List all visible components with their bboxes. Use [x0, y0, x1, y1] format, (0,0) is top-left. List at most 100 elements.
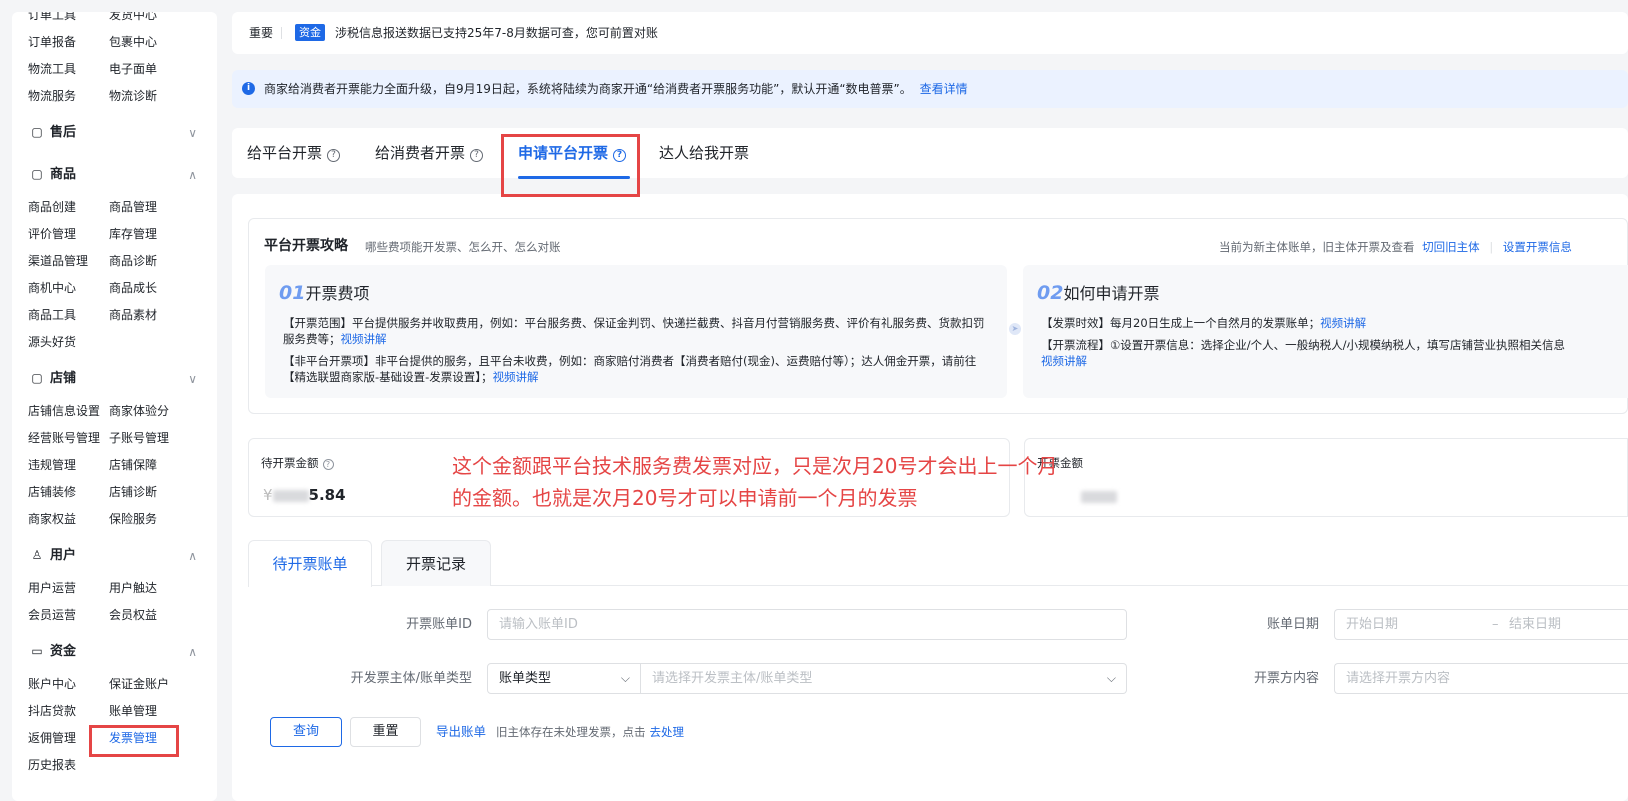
tab-influencer-invoice[interactable]: 达人给我开票 [659, 142, 749, 164]
sidebar-item[interactable]: 历史报表 [28, 755, 76, 775]
sidebar-item[interactable]: 评价管理 [28, 224, 76, 244]
sidebar-item[interactable]: 抖店贷款 [28, 701, 76, 721]
sidebar-group[interactable]: ▢ 售后 ∨ [12, 121, 217, 145]
card-number: 01 [279, 282, 306, 304]
sidebar-item[interactable]: 用户触达 [109, 578, 157, 598]
sidebar-row: 历史报表 [12, 755, 217, 775]
sidebar-item[interactable]: 订单报备 [28, 32, 76, 52]
video-link[interactable]: 视频讲解 [493, 370, 539, 384]
sidebar-item[interactable]: 账户中心 [28, 674, 76, 694]
sidebar-item[interactable]: 物流诊断 [109, 86, 157, 106]
sidebar-group[interactable]: ▢ 店铺 ∨ [12, 367, 217, 391]
arrow-connector-icon: ➤ [1009, 323, 1021, 335]
card-paragraph: 【发票时效】每月20日生成上一个自然月的发票账单；视频讲解 [1041, 315, 1628, 331]
sidebar-item[interactable]: 商家权益 [28, 509, 76, 529]
tab-invoice-records[interactable]: 开票记录 [381, 540, 491, 586]
sidebar-row: 商家权益 保险服务 [12, 509, 217, 529]
sidebar-item[interactable]: 渠道品管理 [28, 251, 88, 271]
sidebar-group[interactable]: ♙ 用户 ∧ [12, 544, 217, 568]
sidebar-item[interactable]: 发货中心 [109, 12, 157, 25]
sidebar-item[interactable]: 保证金账户 [109, 674, 169, 694]
sidebar-item[interactable]: 返佣管理 [28, 728, 76, 748]
paragraph-text: 【发票时效】每月20日生成上一个自然月的发票账单； [1041, 316, 1321, 330]
sidebar-group[interactable]: ▭ 资金 ∧ [12, 640, 217, 664]
card-paragraph: 【开票流程】①设置开票信息：选择企业/个人、一般纳税人/小规模纳税人，填写店铺营… [1041, 337, 1628, 369]
sidebar-item[interactable]: 商品工具 [28, 305, 76, 325]
view-details-link[interactable]: 查看详情 [920, 82, 968, 96]
tab-pending-bills[interactable]: 待开票账单 [248, 540, 372, 587]
export-row: 导出账单 旧主体存在未处理发票，点击 去处理 [436, 723, 684, 741]
chevron-icon: ∨ [188, 126, 197, 140]
sidebar-row: 违规管理 店铺保障 [12, 455, 217, 475]
bill-date-range-picker[interactable]: 开始日期 – 结束日期 [1334, 609, 1628, 640]
sidebar-item[interactable]: 子账号管理 [109, 428, 169, 448]
sidebar-item[interactable]: 违规管理 [28, 455, 76, 475]
sidebar-group-title: 售后 [50, 125, 77, 140]
date-separator: – [1492, 617, 1499, 632]
sidebar-row: 账户中心 保证金账户 [12, 674, 217, 694]
bill-id-input[interactable]: 请输入账单ID [487, 609, 1127, 640]
sidebar-item[interactable]: 经营账号管理 [28, 428, 100, 448]
video-link[interactable]: 视频讲解 [1320, 316, 1366, 330]
video-link[interactable]: 视频讲解 [341, 332, 387, 346]
sidebar-item[interactable]: 用户运营 [28, 578, 76, 598]
tab-label: 达人给我开票 [659, 144, 750, 162]
wallet-icon: ▭ [31, 644, 43, 658]
tab-invoice-to-consumer[interactable]: 给消费者开票? [375, 142, 484, 164]
sidebar-item[interactable]: 店铺装修 [28, 482, 76, 502]
sidebar-item[interactable]: 商品诊断 [109, 251, 157, 271]
video-link[interactable]: 视频讲解 [1041, 354, 1087, 368]
guide-right-actions: 当前为新主体账单，旧主体开票及查看 切回旧主体 | 设置开票信息 [1219, 238, 1572, 256]
sidebar-item[interactable]: 电子面单 [109, 59, 157, 79]
help-icon[interactable]: ? [470, 149, 484, 162]
go-process-link[interactable]: 去处理 [649, 725, 684, 739]
sidebar-row: 会员运营 会员权益 [12, 605, 217, 625]
sidebar-item[interactable]: 物流服务 [28, 86, 76, 106]
chevron-down-icon: ⌵ [620, 671, 630, 685]
sidebar-row: 源头好货 [12, 332, 217, 352]
sidebar-item[interactable]: 物流工具 [28, 59, 76, 79]
label-text: 待开票金额 [261, 456, 319, 470]
chevron-icon: ∧ [188, 168, 197, 182]
sidebar-item[interactable]: 包裹中心 [109, 32, 157, 52]
help-icon[interactable]: ? [327, 149, 341, 162]
reset-button[interactable]: 重置 [350, 717, 421, 747]
sidebar-item[interactable]: 账单管理 [109, 701, 157, 721]
help-icon[interactable]: ? [322, 459, 334, 470]
content-select[interactable]: 请选择开票方内容 [1334, 663, 1628, 694]
sidebar-item[interactable]: 商品成长 [109, 278, 157, 298]
export-bills-link[interactable]: 导出账单 [436, 724, 486, 739]
set-invoice-info-link[interactable]: 设置开票信息 [1503, 240, 1572, 254]
sidebar-item[interactable]: 商品素材 [109, 305, 157, 325]
switch-old-subject-link[interactable]: 切回旧主体 [1422, 240, 1480, 254]
sidebar-item[interactable]: 会员运营 [28, 605, 76, 625]
bill-type-select[interactable]: 账单类型 ⌵ [487, 663, 641, 694]
pending-amount-label: 待开票金额? [261, 455, 334, 471]
sidebar-item[interactable]: 订单工具 [28, 12, 76, 25]
card-title-text: 如何申请开票 [1063, 284, 1160, 303]
card-title: 02如何申请开票 [1037, 281, 1159, 306]
sidebar-item[interactable]: 库存管理 [109, 224, 157, 244]
sidebar-item[interactable]: 店铺保障 [109, 455, 157, 475]
subject-select[interactable]: 请选择开发票主体/账单类型 ⌵ [641, 663, 1127, 694]
sidebar-item[interactable]: 商品创建 [28, 197, 76, 217]
tab-invoice-to-platform[interactable]: 给平台开票? [247, 142, 341, 164]
sidebar-item[interactable]: 店铺信息设置 [28, 401, 100, 421]
sidebar-item[interactable]: 商品管理 [109, 197, 157, 217]
sidebar-group[interactable]: ▢ 商品 ∧ [12, 163, 217, 187]
sidebar-row: 评价管理 库存管理 [12, 224, 217, 244]
paragraph-text: 【非平台开票项】非平台提供的服务，且平台未收费，例如：商家赔付消费者【消费者赔付… [283, 354, 977, 384]
bill-date-label: 账单日期 [1266, 617, 1319, 632]
sidebar-item[interactable]: 店铺诊断 [109, 482, 157, 502]
sidebar-item[interactable]: 源头好货 [28, 332, 76, 352]
guide-card-invoice-items: 01开票费项 【开票范围】平台提供服务并收取费用，例如：平台服务费、保证金判罚、… [265, 265, 1007, 398]
sidebar-item[interactable]: 商家体验分 [109, 401, 169, 421]
sidebar-item[interactable]: 商机中心 [28, 278, 76, 298]
sidebar-item[interactable]: 保险服务 [109, 509, 157, 529]
select-value: 账单类型 [499, 671, 552, 686]
query-button[interactable]: 查询 [270, 717, 342, 747]
sidebar-item[interactable]: 会员权益 [109, 605, 157, 625]
sidebar-row: 订单报备 包裹中心 [12, 32, 217, 52]
notice-text[interactable]: 涉税信息报送数据已支持25年7-8月数据可查，您可前置对账 [335, 25, 658, 41]
bill-tabs: 待开票账单 开票记录 [248, 540, 1628, 587]
